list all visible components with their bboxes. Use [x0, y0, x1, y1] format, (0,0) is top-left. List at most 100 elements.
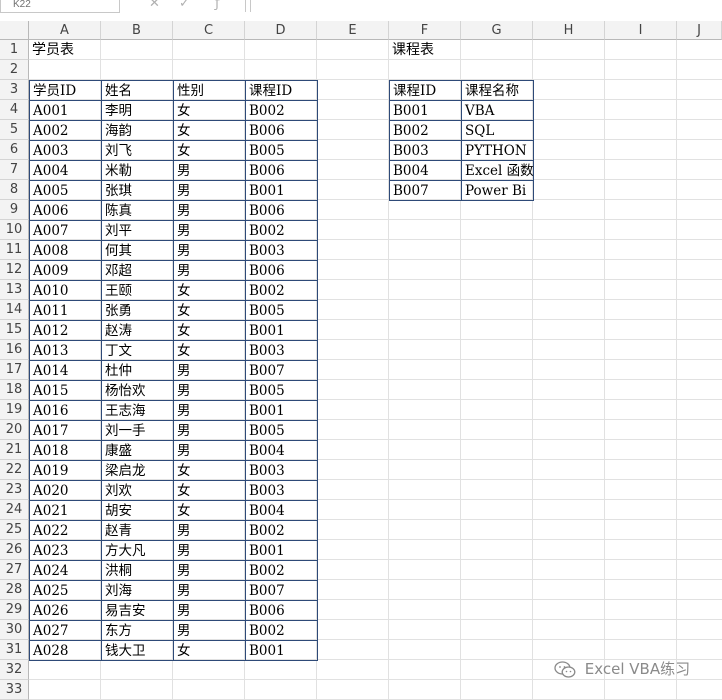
courses-cell[interactable]: Power Bi	[461, 180, 534, 201]
students-cell[interactable]: 男	[173, 180, 246, 201]
row-header-6[interactable]: 6	[0, 140, 29, 160]
students-header-cell[interactable]: 课程ID	[245, 80, 318, 101]
students-cell[interactable]: 女	[173, 340, 246, 361]
students-cell[interactable]: 男	[173, 420, 246, 441]
students-cell[interactable]: A006	[29, 200, 102, 221]
students-cell[interactable]: 赵青	[101, 520, 174, 541]
students-cell[interactable]: 胡安	[101, 500, 174, 521]
courses-cell[interactable]: SQL	[461, 120, 534, 141]
students-cell[interactable]: 女	[173, 100, 246, 121]
students-cell[interactable]: 王志海	[101, 400, 174, 421]
students-cell[interactable]: B002	[245, 280, 318, 301]
students-cell[interactable]: A005	[29, 180, 102, 201]
courses-cell[interactable]: VBA	[461, 100, 534, 121]
column-header-d[interactable]: D	[245, 21, 317, 40]
row-header-10[interactable]: 10	[0, 220, 29, 240]
students-cell[interactable]: 刘飞	[101, 140, 174, 161]
students-cell[interactable]: 男	[173, 440, 246, 461]
students-cell[interactable]: B006	[245, 600, 318, 621]
courses-header-cell[interactable]: 课程ID	[389, 80, 462, 101]
students-cell[interactable]: 赵涛	[101, 320, 174, 341]
row-header-33[interactable]: 33	[0, 680, 29, 700]
students-cell[interactable]: 张琪	[101, 180, 174, 201]
row-header-27[interactable]: 27	[0, 560, 29, 580]
row-header-5[interactable]: 5	[0, 120, 29, 140]
students-cell[interactable]: A026	[29, 600, 102, 621]
students-cell[interactable]: 男	[173, 560, 246, 581]
students-cell[interactable]: B003	[245, 480, 318, 501]
students-cell[interactable]: A010	[29, 280, 102, 301]
students-cell[interactable]: 丁文	[101, 340, 174, 361]
column-header-h[interactable]: H	[533, 21, 605, 40]
students-cell[interactable]: A001	[29, 100, 102, 121]
students-cell[interactable]: 男	[173, 600, 246, 621]
students-cell[interactable]: 邓超	[101, 260, 174, 281]
row-header-29[interactable]: 29	[0, 600, 29, 620]
row-header-20[interactable]: 20	[0, 420, 29, 440]
students-cell[interactable]: 刘平	[101, 220, 174, 241]
students-cell[interactable]: B007	[245, 580, 318, 601]
name-box[interactable]: K22	[0, 0, 120, 13]
column-header-j[interactable]: J	[677, 21, 722, 40]
row-header-25[interactable]: 25	[0, 520, 29, 540]
students-cell[interactable]: 女	[173, 280, 246, 301]
students-cell[interactable]: A003	[29, 140, 102, 161]
row-header-21[interactable]: 21	[0, 440, 29, 460]
students-cell[interactable]: 男	[173, 540, 246, 561]
row-header-2[interactable]: 2	[0, 60, 29, 80]
students-cell[interactable]: 钱大卫	[101, 640, 174, 661]
students-cell[interactable]: 洪桐	[101, 560, 174, 581]
students-cell[interactable]: 张勇	[101, 300, 174, 321]
row-header-7[interactable]: 7	[0, 160, 29, 180]
students-cell[interactable]: A018	[29, 440, 102, 461]
students-cell[interactable]: 海韵	[101, 120, 174, 141]
row-header-31[interactable]: 31	[0, 640, 29, 660]
students-cell[interactable]: 男	[173, 400, 246, 421]
students-cell[interactable]: A024	[29, 560, 102, 581]
courses-cell[interactable]: Excel 函数	[461, 160, 534, 181]
students-cell[interactable]: A015	[29, 380, 102, 401]
students-cell[interactable]: A007	[29, 220, 102, 241]
students-cell[interactable]: B002	[245, 560, 318, 581]
column-header-g[interactable]: G	[461, 21, 533, 40]
students-cell[interactable]: 米勒	[101, 160, 174, 181]
students-cell[interactable]: 刘一手	[101, 420, 174, 441]
column-header-b[interactable]: B	[101, 21, 173, 40]
students-cell[interactable]: 男	[173, 520, 246, 541]
students-cell[interactable]: A014	[29, 360, 102, 381]
students-cell[interactable]: 杜仲	[101, 360, 174, 381]
row-header-11[interactable]: 11	[0, 240, 29, 260]
students-cell[interactable]: 男	[173, 260, 246, 281]
students-cell[interactable]: B002	[245, 520, 318, 541]
students-cell[interactable]: 女	[173, 480, 246, 501]
students-cell[interactable]: 东方	[101, 620, 174, 641]
students-cell[interactable]: A017	[29, 420, 102, 441]
students-cell[interactable]: B007	[245, 360, 318, 381]
students-cell[interactable]: A025	[29, 580, 102, 601]
students-cell[interactable]: B001	[245, 400, 318, 421]
row-header-13[interactable]: 13	[0, 280, 29, 300]
students-cell[interactable]: 刘海	[101, 580, 174, 601]
row-header-8[interactable]: 8	[0, 180, 29, 200]
students-cell[interactable]: A022	[29, 520, 102, 541]
courses-cell[interactable]: B004	[389, 160, 462, 181]
column-header-a[interactable]: A	[29, 21, 101, 40]
students-cell[interactable]: A009	[29, 260, 102, 281]
students-cell[interactable]: B005	[245, 380, 318, 401]
students-cell[interactable]: B002	[245, 100, 318, 121]
cancel-icon[interactable]: ✕	[149, 0, 160, 11]
students-cell[interactable]: B001	[245, 640, 318, 661]
select-all-corner[interactable]	[0, 21, 29, 40]
students-cell[interactable]: A004	[29, 160, 102, 181]
row-header-24[interactable]: 24	[0, 500, 29, 520]
students-cell[interactable]: 康盛	[101, 440, 174, 461]
row-header-26[interactable]: 26	[0, 540, 29, 560]
students-cell[interactable]: 易吉安	[101, 600, 174, 621]
students-cell[interactable]: A028	[29, 640, 102, 661]
column-header-e[interactable]: E	[317, 21, 389, 40]
row-header-4[interactable]: 4	[0, 100, 29, 120]
students-cell[interactable]: 女	[173, 120, 246, 141]
students-cell[interactable]: 男	[173, 380, 246, 401]
students-cell[interactable]: B003	[245, 340, 318, 361]
students-header-cell[interactable]: 姓名	[101, 80, 174, 101]
